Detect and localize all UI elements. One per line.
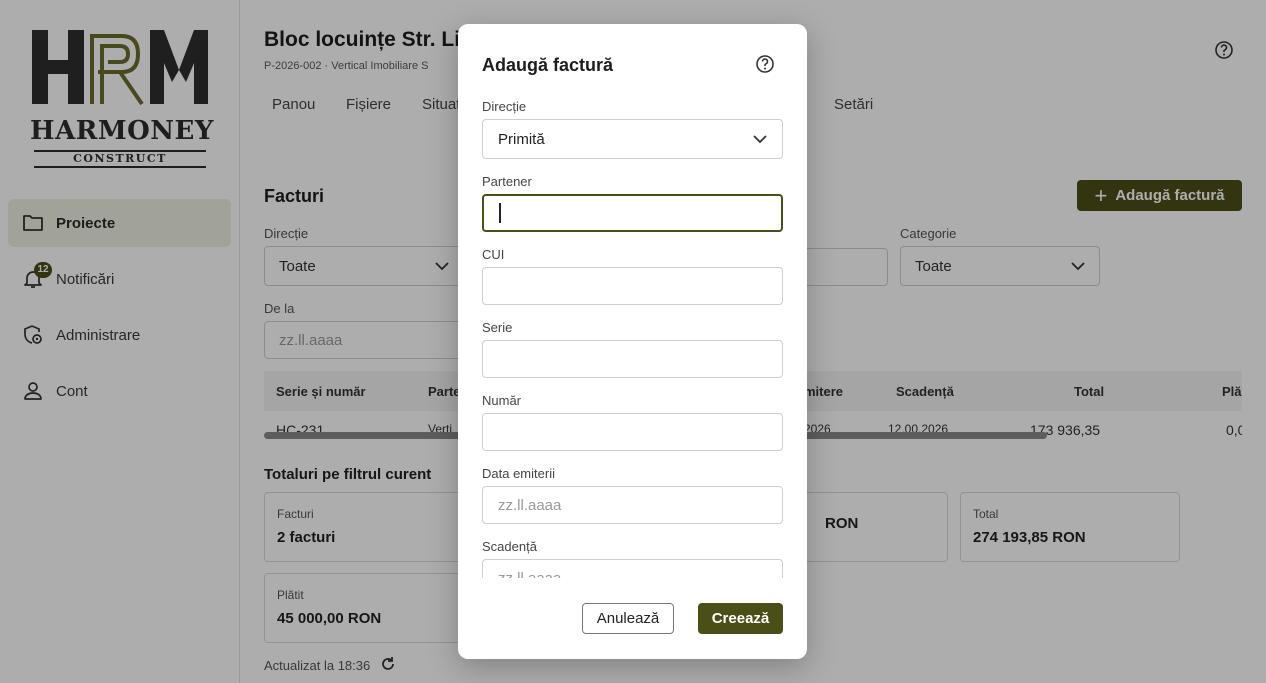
due-date-placeholder: zz.ll.aaaa bbox=[498, 569, 562, 579]
partner-input[interactable] bbox=[482, 194, 783, 232]
cui-input[interactable] bbox=[482, 267, 783, 305]
direction-value: Primită bbox=[498, 130, 545, 148]
direction-label: Direcție bbox=[482, 99, 527, 114]
cui-label: CUI bbox=[482, 247, 505, 262]
chevron-down-icon bbox=[753, 131, 767, 148]
add-invoice-dialog: Adaugă factură Direcție Primită Partener… bbox=[458, 24, 807, 659]
number-input[interactable] bbox=[482, 413, 783, 451]
series-input[interactable] bbox=[482, 340, 783, 378]
cancel-button[interactable]: Anulează bbox=[582, 603, 674, 634]
create-button[interactable]: Creează bbox=[698, 603, 783, 634]
series-label: Serie bbox=[482, 320, 513, 335]
text-caret bbox=[499, 203, 501, 223]
dialog-form: Direcție Primită Partener CUI Serie Numă… bbox=[482, 96, 784, 578]
number-label: Număr bbox=[482, 393, 522, 408]
direction-select[interactable]: Primită bbox=[482, 119, 783, 159]
due-date-input[interactable]: zz.ll.aaaa bbox=[482, 559, 783, 578]
partner-label: Partener bbox=[482, 174, 532, 189]
issue-date-placeholder: zz.ll.aaaa bbox=[498, 496, 562, 514]
dialog-title: Adaugă factură bbox=[482, 55, 614, 75]
issue-date-input[interactable]: zz.ll.aaaa bbox=[482, 486, 783, 524]
help-icon[interactable] bbox=[755, 54, 775, 79]
due-date-label: Scadență bbox=[482, 539, 537, 554]
issue-date-label: Data emiterii bbox=[482, 466, 555, 481]
